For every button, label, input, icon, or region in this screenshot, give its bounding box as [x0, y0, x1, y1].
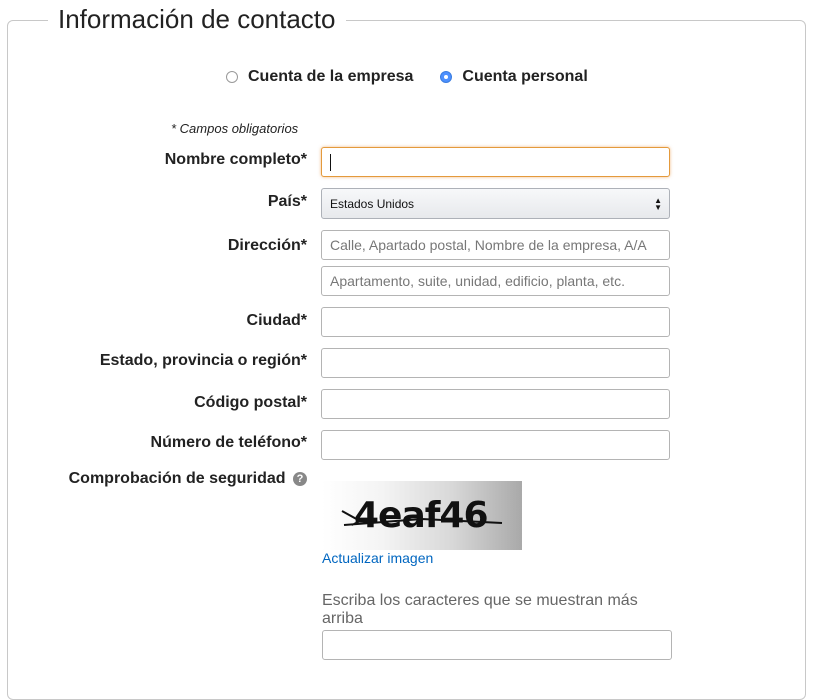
city-label: Ciudad* — [246, 312, 307, 329]
country-selected-value: Estados Unidos — [330, 196, 415, 211]
postal-code-label: Código postal* — [194, 394, 307, 411]
captcha-glyphs: 4eaf46 — [341, 495, 503, 536]
refresh-captcha-link[interactable]: Actualizar imagen — [322, 550, 433, 566]
business-account-radio[interactable] — [226, 71, 238, 83]
personal-account-radio[interactable] — [440, 71, 453, 83]
captcha-instructions: Escriba los caracteres que se muestran m… — [322, 592, 638, 627]
address-line2-input[interactable]: Apartamento, suite, unidad, edificio, pl… — [321, 266, 670, 296]
country-label: País* — [267, 193, 307, 210]
required-fields-note: * Campos obligatorios — [171, 121, 299, 136]
postal-code-input[interactable] — [321, 389, 670, 419]
address-label: Dirección* — [227, 237, 307, 254]
address-line1-input[interactable]: Calle, Apartado postal, Nombre de la emp… — [321, 230, 670, 260]
phone-input[interactable] — [321, 430, 670, 460]
select-arrows-icon: ▲ ▼ — [654, 196, 662, 212]
captcha-input[interactable] — [322, 630, 672, 660]
state-label: Estado, provincia o región* — [99, 352, 307, 369]
captcha-image: 4eaf46 — [322, 481, 522, 550]
city-input[interactable] — [321, 307, 670, 337]
state-input[interactable] — [321, 348, 670, 378]
full-name-input[interactable] — [321, 147, 670, 177]
account-type-radio-group: Cuenta de la empresa Cuenta personal — [226, 68, 615, 86]
full-name-label: Nombre completo* — [164, 151, 307, 168]
business-account-option[interactable]: Cuenta de la empresa — [226, 68, 413, 86]
address-line1-placeholder: Calle, Apartado postal, Nombre de la emp… — [330, 237, 647, 253]
country-select[interactable]: Estados Unidos ▲ ▼ — [321, 188, 670, 219]
question-circle-icon[interactable]: ? — [293, 472, 307, 486]
business-account-label: Cuenta de la empresa — [248, 68, 414, 85]
personal-account-label: Cuenta personal — [462, 68, 588, 85]
security-check-label: Comprobación de seguridad — [68, 470, 286, 487]
captcha-text: 4eaf46 — [354, 495, 488, 536]
section-title: Información de contacto — [48, 3, 346, 35]
personal-account-option[interactable]: Cuenta personal — [440, 68, 588, 86]
phone-label: Número de teléfono* — [150, 434, 307, 451]
address-line2-placeholder: Apartamento, suite, unidad, edificio, pl… — [330, 273, 625, 289]
text-cursor — [330, 153, 331, 171]
security-check-label-row: Comprobación de seguridad ? — [69, 470, 307, 488]
